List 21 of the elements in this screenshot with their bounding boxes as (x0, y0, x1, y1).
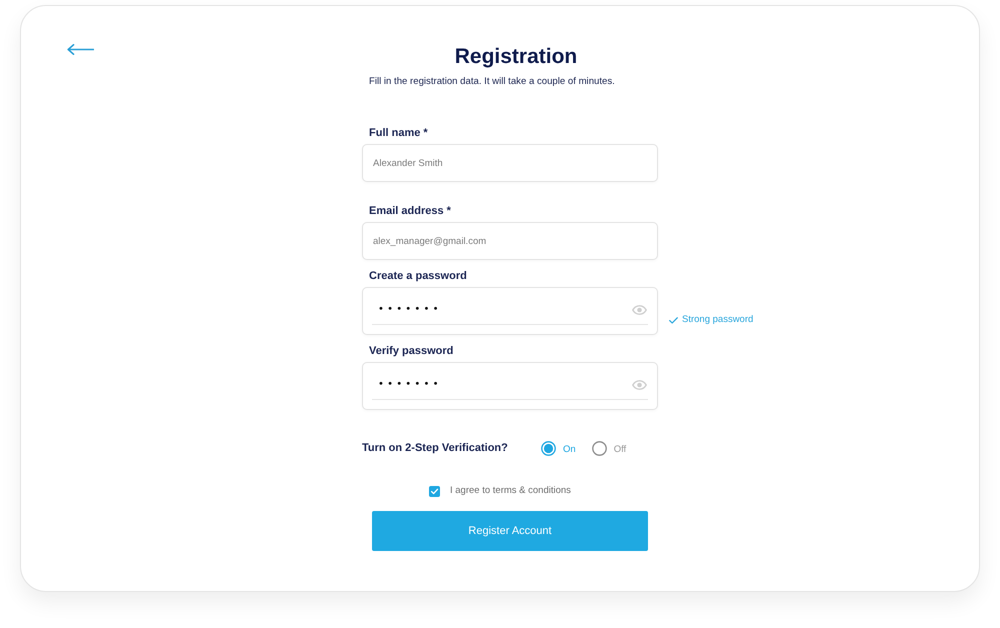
password-field[interactable]: ••••••• (362, 362, 658, 410)
register-button[interactable]: Register Account (372, 511, 648, 551)
eye-icon[interactable] (632, 380, 647, 390)
page-subtitle: Fill in the registration data. It will take a couple of minutes. (368, 75, 616, 89)
arrow-left-icon (67, 44, 94, 55)
radio-option[interactable]: On (541, 440, 576, 456)
field-label: Email address * (368, 204, 452, 218)
text-input[interactable]: alex_manager@gmail.com (362, 222, 658, 260)
page-title: Registration (454, 44, 578, 70)
password-strength-text: Strong password (682, 314, 754, 326)
terms-option[interactable]: I agree to terms & conditions (429, 484, 571, 498)
text-input[interactable]: Alexander Smith (362, 144, 658, 182)
field-label: Create a password (368, 269, 468, 283)
field-label: Verify password (368, 344, 454, 358)
radio-option[interactable]: Off (592, 440, 626, 456)
field-label: Full name * (368, 126, 429, 140)
two-step-label: Turn on 2-Step Verification? (362, 441, 509, 455)
back-button[interactable] (67, 44, 94, 55)
eye-icon[interactable] (632, 305, 647, 315)
check-icon (669, 316, 678, 324)
password-field[interactable]: ••••••• (362, 287, 658, 335)
